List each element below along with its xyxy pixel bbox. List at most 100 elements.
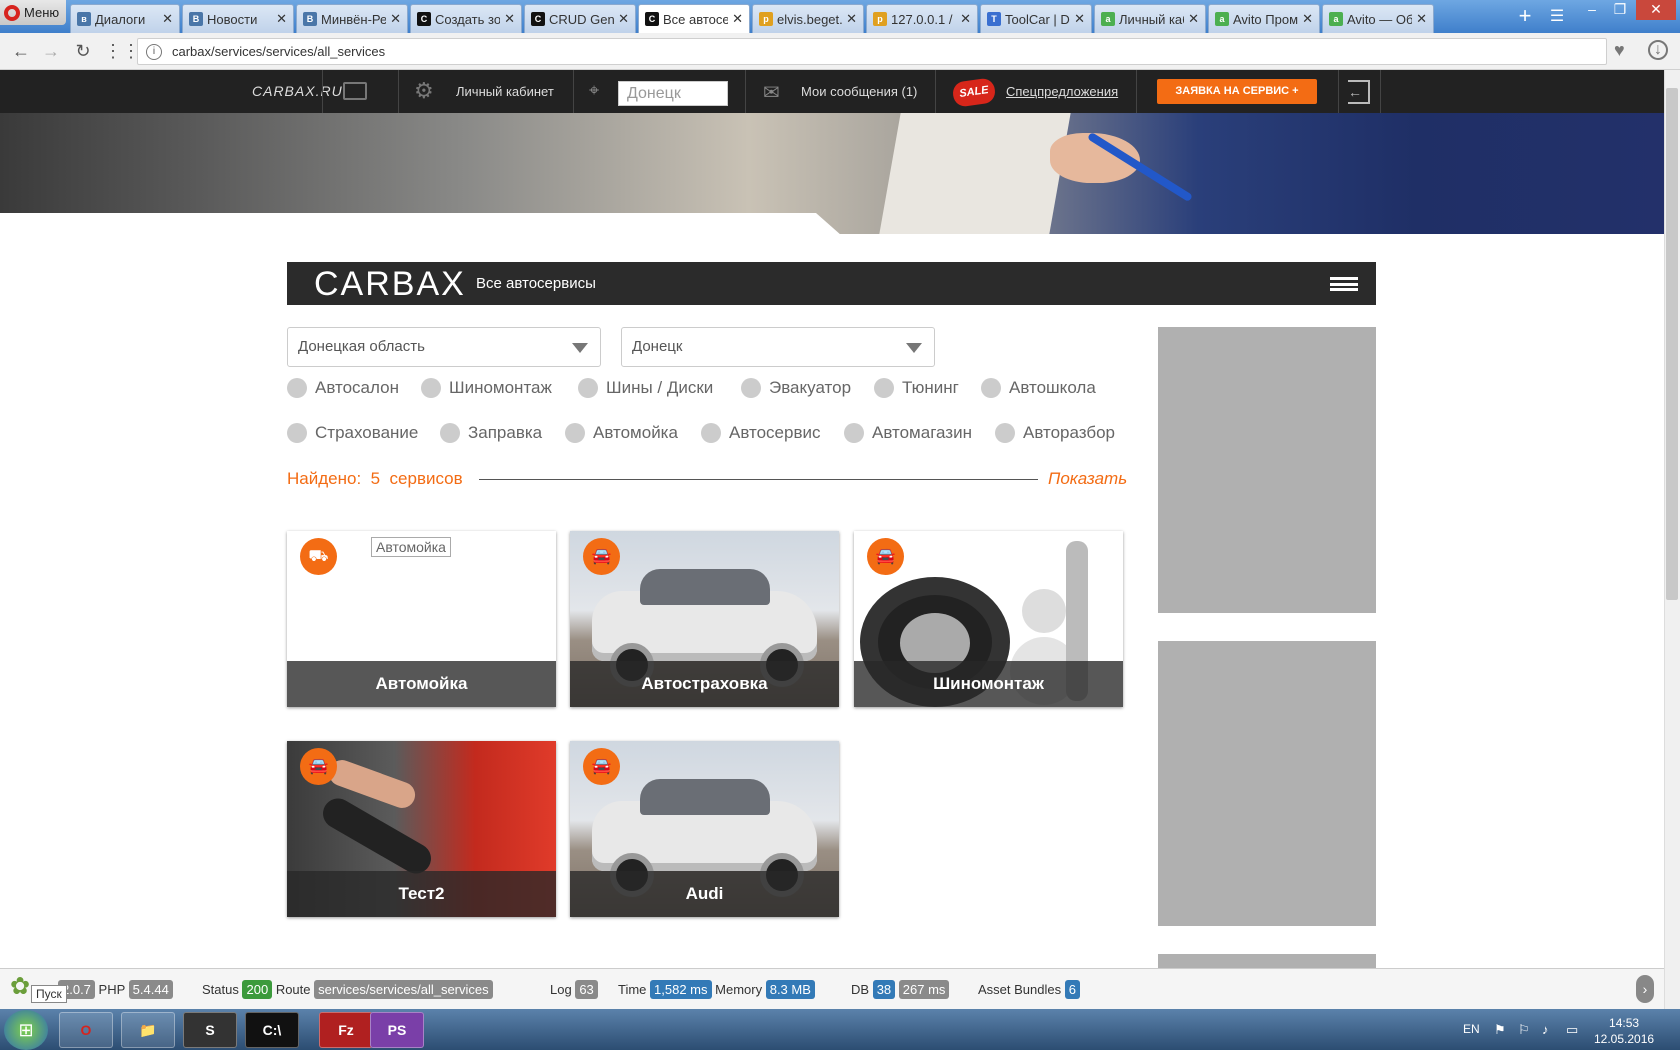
- tray-flag-icon[interactable]: ⚐: [1518, 1022, 1530, 1038]
- explorer-taskbar-icon[interactable]: 📁: [121, 1012, 175, 1048]
- close-tab-icon[interactable]: ✕: [1074, 11, 1085, 27]
- special-offers-link[interactable]: Спецпредложения: [1006, 84, 1118, 99]
- browser-tab[interactable]: В Новости ✕: [182, 4, 294, 33]
- speed-dial-grid-icon[interactable]: ⋮⋮: [104, 40, 140, 62]
- url-input[interactable]: i carbax/services/services/all_services: [137, 38, 1607, 65]
- ad-banner[interactable]: [1158, 641, 1376, 926]
- category-radio[interactable]: Заправка: [440, 422, 542, 444]
- category-radio[interactable]: Автошкола: [981, 377, 1096, 399]
- service-card[interactable]: 🚘 Автостраховка: [570, 531, 839, 707]
- close-tab-icon[interactable]: ✕: [1188, 11, 1199, 27]
- bookmark-heart-icon[interactable]: ♥: [1614, 40, 1625, 61]
- browser-tab[interactable]: В Минвён-Рек ✕: [296, 4, 408, 33]
- new-tab-plus-icon[interactable]: +: [1512, 4, 1538, 30]
- back-arrow-icon[interactable]: ←: [10, 40, 32, 62]
- category-radio[interactable]: Авторазбор: [995, 422, 1115, 444]
- language-indicator[interactable]: EN: [1463, 1022, 1480, 1036]
- close-window-icon[interactable]: ✕: [1636, 0, 1676, 20]
- opera-menu-button[interactable]: Меню: [0, 0, 66, 25]
- divider-line: [479, 479, 1038, 480]
- browser-tab[interactable]: a Avito Промо ✕: [1208, 4, 1320, 33]
- taskbar-clock[interactable]: 14:53 12.05.2016: [1594, 1015, 1654, 1047]
- category-radio[interactable]: Автомойка: [565, 422, 678, 444]
- service-card[interactable]: 🚘 Шиномонтаж: [854, 531, 1123, 707]
- ad-banner[interactable]: [1158, 954, 1376, 968]
- show-link[interactable]: Показать: [1048, 469, 1127, 489]
- close-tab-icon[interactable]: ✕: [1302, 11, 1313, 27]
- forward-arrow-icon[interactable]: →: [40, 40, 62, 62]
- service-card[interactable]: Автомойка ⛟ Автомойка: [287, 531, 556, 707]
- site-logo[interactable]: CARBAX.RU: [252, 83, 343, 99]
- debug-version[interactable]: 2.0.7 PHP 5.4.44: [58, 980, 173, 999]
- tray-volume-icon[interactable]: ♪: [1542, 1022, 1549, 1037]
- minimize-icon[interactable]: –: [1580, 0, 1604, 20]
- hero-banner-image: [0, 113, 1664, 234]
- close-tab-icon[interactable]: ✕: [162, 11, 173, 27]
- messages-link[interactable]: Мои сообщения (1): [801, 84, 917, 99]
- tab-menu-icon[interactable]: ☰: [1545, 6, 1569, 28]
- phpstorm-taskbar-icon[interactable]: PS: [370, 1012, 424, 1048]
- close-tab-icon[interactable]: ✕: [618, 11, 629, 27]
- browser-tab[interactable]: a Avito — Об ✕: [1322, 4, 1434, 33]
- filezilla-taskbar-icon[interactable]: Fz: [319, 1012, 373, 1048]
- close-tab-icon[interactable]: ✕: [1416, 11, 1427, 27]
- close-tab-icon[interactable]: ✕: [504, 11, 515, 27]
- city-input[interactable]: Донецк: [618, 81, 728, 106]
- broken-image-placeholder: Автомойка: [371, 537, 451, 557]
- city-select[interactable]: Донецк: [621, 327, 935, 367]
- close-tab-icon[interactable]: ✕: [960, 11, 971, 27]
- service-card-title: Автомойка: [287, 661, 556, 707]
- close-tab-icon[interactable]: ✕: [732, 11, 743, 27]
- debug-status[interactable]: Status 200 Route services/services/all_s…: [202, 980, 493, 999]
- scrollbar-thumb[interactable]: [1666, 88, 1678, 600]
- close-tab-icon[interactable]: ✕: [276, 11, 287, 27]
- opera-logo-icon: [4, 4, 20, 21]
- browser-tab[interactable]: CCRUD Gener✕: [524, 4, 636, 33]
- ad-banner[interactable]: [1158, 327, 1376, 613]
- garage-card-icon[interactable]: [343, 82, 367, 100]
- site-info-icon[interactable]: i: [146, 43, 162, 60]
- category-radio[interactable]: Автосалон: [287, 377, 399, 399]
- cmd-taskbar-icon[interactable]: C:\: [245, 1012, 299, 1048]
- browser-tab[interactable]: T ToolCar | Db ✕: [980, 4, 1092, 33]
- browser-tab[interactable]: в Диалоги ✕: [70, 4, 180, 33]
- category-radio[interactable]: Страхование: [287, 422, 418, 444]
- browser-tab[interactable]: CСоздать зон✕: [410, 4, 522, 33]
- tray-monitor-icon[interactable]: ▭: [1566, 1022, 1578, 1038]
- close-tab-icon[interactable]: ✕: [390, 11, 401, 27]
- category-radio[interactable]: Автомагазин: [844, 422, 972, 444]
- gear-icon: ⚙: [414, 78, 434, 103]
- start-button-icon[interactable]: ⊞: [4, 1010, 48, 1050]
- personal-cabinet-link[interactable]: Личный кабинет: [456, 84, 554, 99]
- region-select[interactable]: Донецкая область: [287, 327, 601, 367]
- category-radio[interactable]: Шины / Диски: [578, 377, 713, 399]
- opera-taskbar-icon[interactable]: O: [59, 1012, 113, 1048]
- divider: [1136, 70, 1137, 113]
- category-radio[interactable]: Эвакуатор: [741, 377, 851, 399]
- service-card[interactable]: 🚘 Audi: [570, 741, 839, 917]
- tray-network-icon[interactable]: ⚑: [1494, 1022, 1506, 1038]
- logout-icon[interactable]: ←: [1348, 80, 1370, 104]
- hamburger-menu-icon[interactable]: [1330, 277, 1358, 291]
- service-card[interactable]: 🚘 Тест2: [287, 741, 556, 917]
- category-radio[interactable]: Тюнинг: [874, 377, 959, 399]
- carbax-logo[interactable]: CARBAX: [314, 265, 466, 304]
- category-radio[interactable]: Шиномонтаж: [421, 377, 552, 399]
- reload-icon[interactable]: ↻: [72, 40, 94, 62]
- restore-icon[interactable]: ❐: [1608, 0, 1632, 20]
- service-request-button[interactable]: ЗАЯВКА НА СЕРВИС +: [1157, 79, 1317, 104]
- browser-tab[interactable]: p 127.0.0.1 / 1 ✕: [866, 4, 978, 33]
- close-tab-icon[interactable]: ✕: [846, 11, 857, 27]
- debug-assets[interactable]: Asset Bundles 6: [978, 980, 1080, 999]
- debug-log[interactable]: Log 63: [550, 980, 598, 999]
- browser-tab[interactable]: a Личный каб ✕: [1094, 4, 1206, 33]
- sublime-taskbar-icon[interactable]: S: [183, 1012, 237, 1048]
- vk-favicon-icon: В: [303, 12, 317, 26]
- browser-tab[interactable]: p elvis.beget.c ✕: [752, 4, 864, 33]
- browser-tab-active[interactable]: CВсе автосер✕: [638, 4, 750, 33]
- debug-time[interactable]: Time 1,582 ms Memory 8.3 MB: [618, 980, 815, 999]
- category-radio[interactable]: Автосервис: [701, 422, 820, 444]
- download-icon[interactable]: ↓: [1648, 40, 1668, 60]
- collapse-toolbar-arrow-icon[interactable]: ›: [1636, 975, 1654, 1003]
- debug-db[interactable]: DB 38 267 ms: [851, 980, 950, 999]
